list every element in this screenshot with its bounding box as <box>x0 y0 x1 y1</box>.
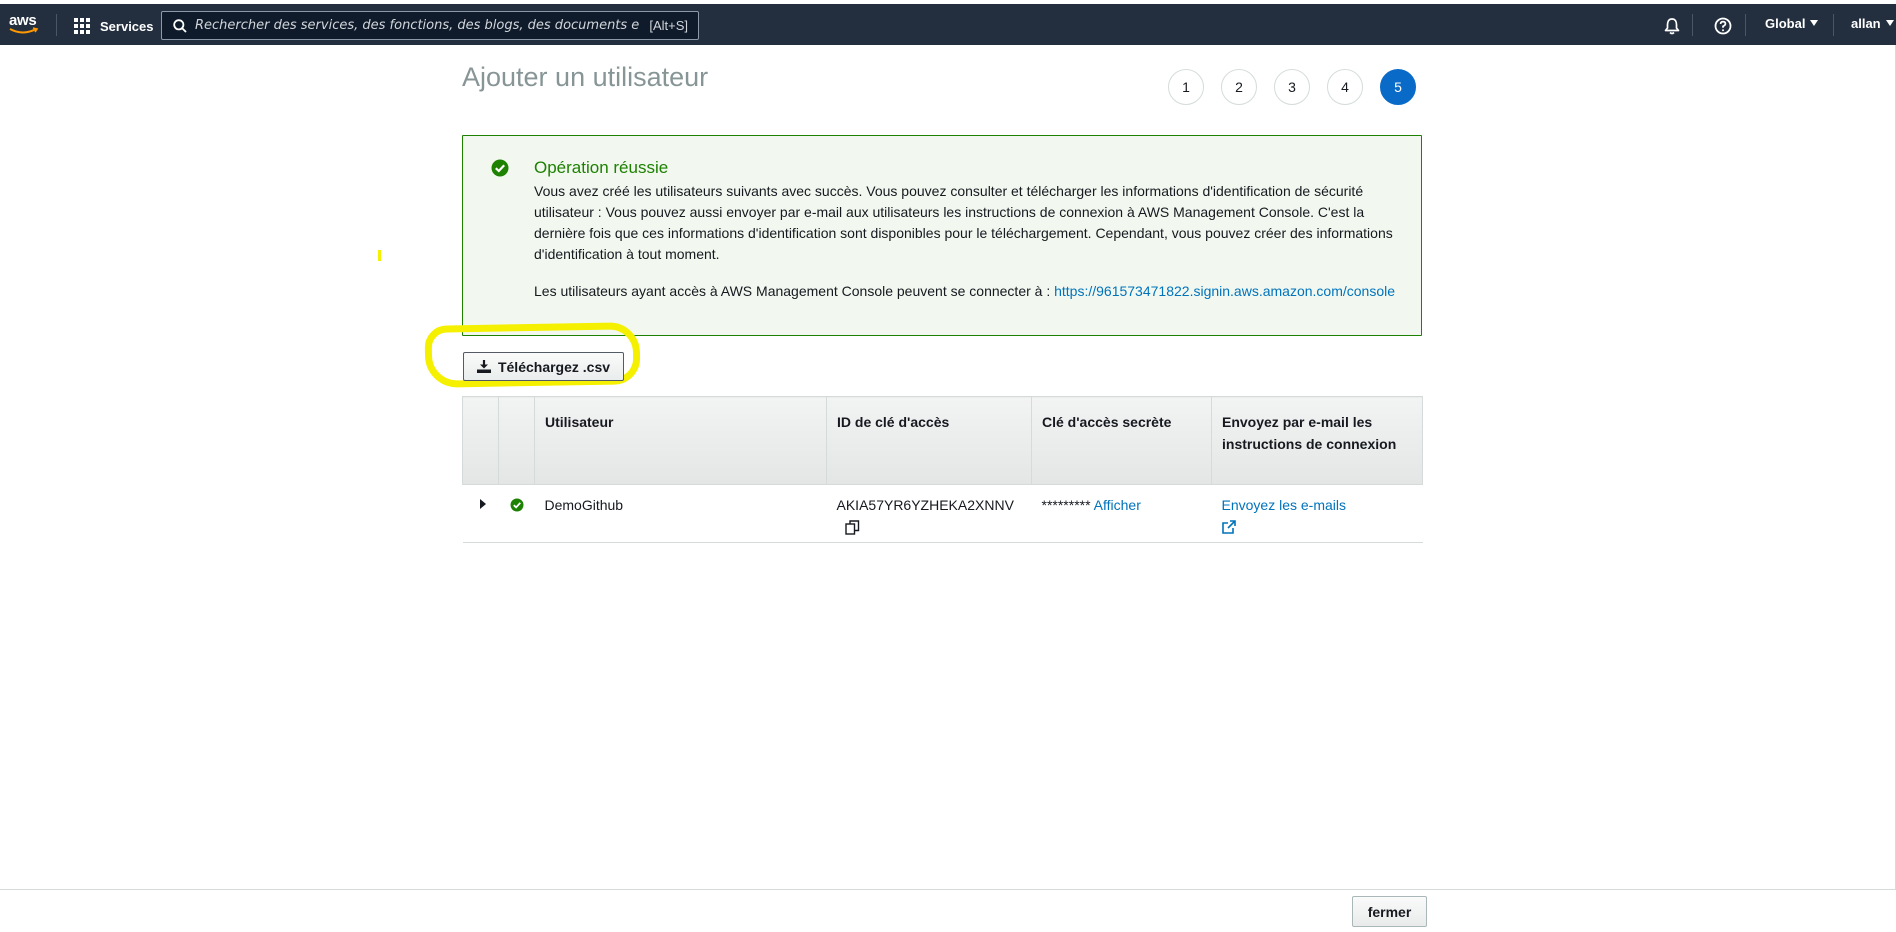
region-dropdown[interactable]: Global <box>1765 16 1819 31</box>
footer-divider <box>0 889 1896 890</box>
console-login-info: Les utilisateurs ayant accès à AWS Manag… <box>534 281 1414 302</box>
header-access-key-id: ID de clé d'accès <box>826 396 1032 485</box>
header-expand <box>462 396 499 485</box>
grid-icon <box>74 17 91 35</box>
step-3[interactable]: 3 <box>1274 69 1310 105</box>
user-cell: DemoGithub <box>534 484 827 543</box>
download-icon <box>476 360 491 373</box>
caret-down-icon <box>1810 20 1819 26</box>
nav-separator <box>1833 14 1834 36</box>
yellow-mark-annotation <box>378 250 381 261</box>
close-button[interactable]: fermer <box>1352 896 1427 927</box>
bell-icon[interactable] <box>1662 16 1682 36</box>
success-title: Opération réussie <box>534 158 669 177</box>
email-cell: Envoyez les e-mails <box>1211 484 1423 543</box>
secret-key-cell: ********* Afficher <box>1031 484 1212 543</box>
expand-cell <box>462 484 499 543</box>
page-title: Ajouter un utilisateur <box>462 62 709 92</box>
nav-separator <box>1692 14 1693 36</box>
step-1[interactable]: 1 <box>1168 69 1204 105</box>
success-message: Vous avez créé les utilisateurs suivants… <box>534 183 1393 262</box>
expand-arrow-icon[interactable] <box>479 499 486 509</box>
send-email-link[interactable]: Envoyez les e-mails <box>1222 497 1347 513</box>
services-menu-button[interactable]: Services <box>74 15 154 37</box>
success-check-icon <box>510 498 523 512</box>
aws-logo-text: aws <box>9 12 37 29</box>
user-label: allan <box>1851 16 1881 31</box>
users-table: Utilisateur ID de clé d'accès Clé d'accè… <box>462 396 1423 543</box>
header-secret-key: Clé d'accès secrète <box>1031 396 1212 485</box>
help-icon[interactable] <box>1713 16 1733 36</box>
user-dropdown[interactable]: allan <box>1851 16 1894 31</box>
header-email-instructions: Envoyez par e-mail les instructions de c… <box>1211 396 1423 485</box>
step-5-active[interactable]: 5 <box>1380 69 1416 105</box>
status-cell <box>498 484 535 543</box>
step-2[interactable]: 2 <box>1221 69 1257 105</box>
nav-separator <box>1745 14 1746 36</box>
step-4[interactable]: 4 <box>1327 69 1363 105</box>
access-key-id: AKIA57YR6YZHEKA2XNNV <box>836 497 1014 513</box>
search-shortcut: [Alt+S] <box>649 18 688 33</box>
wizard-steps: 1 2 3 4 5 <box>1168 69 1416 105</box>
header-user: Utilisateur <box>534 396 827 485</box>
region-label: Global <box>1765 16 1806 31</box>
caret-down-icon <box>1885 20 1894 26</box>
table-header-row: Utilisateur ID de clé d'accès Clé d'accè… <box>462 396 1423 485</box>
nav-separator <box>56 14 57 36</box>
aws-smile-icon <box>9 27 39 34</box>
search-icon <box>173 18 187 33</box>
access-key-cell: AKIA57YR6YZHEKA2XNNV <box>826 484 1032 543</box>
external-link-icon[interactable] <box>1221 520 1236 534</box>
top-navigation: aws Services [Alt+S] Global allan <box>0 4 1896 45</box>
search-input[interactable] <box>195 18 640 33</box>
services-label: Services <box>100 18 154 34</box>
success-check-icon <box>491 159 509 177</box>
console-login-text: Les utilisateurs ayant accès à AWS Manag… <box>534 283 1055 299</box>
download-csv-label: Téléchargez .csv <box>497 358 611 375</box>
show-secret-link[interactable]: Afficher <box>1094 497 1141 513</box>
success-alert: Opération réussie Vous avez créé les uti… <box>462 135 1422 336</box>
secret-key-masked: ********* <box>1041 497 1091 513</box>
table-row: DemoGithub AKIA57YR6YZHEKA2XNNV ********… <box>462 484 1423 543</box>
header-status <box>498 396 535 485</box>
aws-logo[interactable]: aws <box>9 13 43 39</box>
copy-icon[interactable] <box>844 520 860 535</box>
search-bar[interactable]: [Alt+S] <box>161 11 699 40</box>
download-csv-button[interactable]: Téléchargez .csv <box>463 352 624 381</box>
console-login-link[interactable]: https://961573471822.signin.aws.amazon.c… <box>1054 283 1395 299</box>
